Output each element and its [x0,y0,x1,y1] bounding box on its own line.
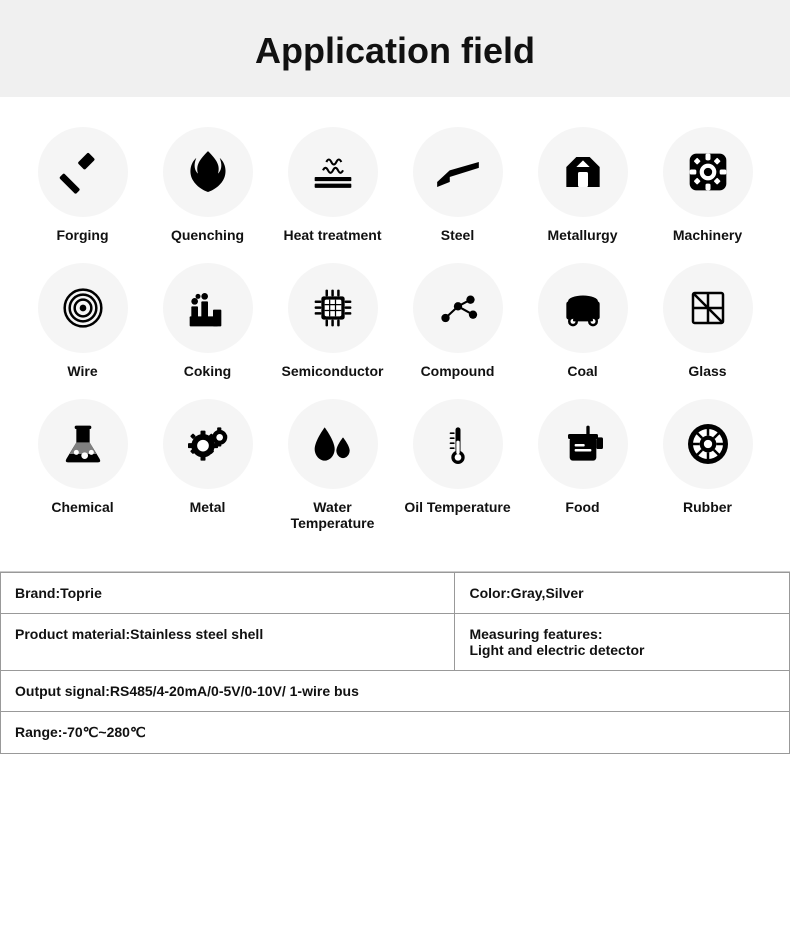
icon-circle-water-temperature [288,399,378,489]
material-cell: Product material:Stainless steel shell [1,614,455,671]
icon-item-food: Food [528,399,638,515]
icon-item-coal: Coal [528,263,638,379]
coal-icon [558,283,608,333]
icon-circle-oil-temperature [413,399,503,489]
metal-label: Metal [190,499,226,515]
output-cell: Output signal:RS485/4-20mA/0-5V/0-10V/ 1… [1,671,790,712]
brand-cell: Brand:Toprie [1,573,455,614]
food-label: Food [565,499,599,515]
measuring-value: Light and electric detector [469,642,644,658]
icon-circle-rubber [663,399,753,489]
rubber-icon [683,419,733,469]
steel-icon [433,147,483,197]
icon-item-wire: Wire [28,263,138,379]
icon-circle-food [538,399,628,489]
water-temperature-icon [308,419,358,469]
glass-label: Glass [688,363,726,379]
icon-item-oil-temperature: Oil Temperature [403,399,513,515]
icons-row-1: Forging Quenching [20,127,770,243]
compound-icon [433,283,483,333]
machinery-icon [683,147,733,197]
icon-item-semiconductor: Semiconductor [278,263,388,379]
heat-treatment-icon [308,147,358,197]
specs-row-brand-color: Brand:Toprie Color:Gray,Silver [1,573,790,614]
icon-circle-forging [38,127,128,217]
icon-circle-metal [163,399,253,489]
quenching-label: Quenching [171,227,244,243]
icon-circle-glass [663,263,753,353]
icon-circle-semiconductor [288,263,378,353]
rubber-label: Rubber [683,499,732,515]
coal-label: Coal [567,363,597,379]
wire-label: Wire [67,363,97,379]
compound-label: Compound [421,363,495,379]
icon-item-forging: Forging [28,127,138,243]
icon-circle-machinery [663,127,753,217]
icon-circle-coal [538,263,628,353]
oil-temperature-label: Oil Temperature [404,499,510,515]
oil-temperature-icon [433,419,483,469]
glass-icon [683,283,733,333]
wire-icon [58,283,108,333]
coking-icon [183,283,233,333]
icons-section: Forging Quenching [0,97,790,561]
water-temperature-label: Water Temperature [278,499,388,531]
icon-item-coking: Coking [153,263,263,379]
icon-item-steel: Steel [403,127,513,243]
icon-circle-coking [163,263,253,353]
range-cell: Range:-70℃~280℃ [1,712,790,754]
specs-row-material-measuring: Product material:Stainless steel shell M… [1,614,790,671]
icon-circle-wire [38,263,128,353]
quenching-icon [183,147,233,197]
specs-row-range: Range:-70℃~280℃ [1,712,790,754]
color-cell: Color:Gray,Silver [455,573,790,614]
semiconductor-label: Semiconductor [282,363,384,379]
icon-item-chemical: Chemical [28,399,138,515]
icon-item-water-temperature: Water Temperature [278,399,388,531]
icon-circle-compound [413,263,503,353]
metal-icon [183,419,233,469]
icon-item-rubber: Rubber [653,399,763,515]
icon-item-quenching: Quenching [153,127,263,243]
steel-label: Steel [441,227,474,243]
icon-circle-heat-treatment [288,127,378,217]
metallurgy-label: Metallurgy [547,227,617,243]
forging-label: Forging [56,227,108,243]
icon-circle-quenching [163,127,253,217]
heat-treatment-label: Heat treatment [283,227,381,243]
icon-circle-chemical [38,399,128,489]
icon-item-glass: Glass [653,263,763,379]
icon-circle-metallurgy [538,127,628,217]
icon-item-compound: Compound [403,263,513,379]
coking-label: Coking [184,363,231,379]
specs-row-output: Output signal:RS485/4-20mA/0-5V/0-10V/ 1… [1,671,790,712]
icon-item-metal: Metal [153,399,263,515]
specs-table: Brand:Toprie Color:Gray,Silver Product m… [0,572,790,754]
icon-item-heat-treatment: Heat treatment [278,127,388,243]
metallurgy-icon [558,147,608,197]
icon-item-metallurgy: Metallurgy [528,127,638,243]
forging-icon [58,147,108,197]
icon-item-machinery: Machinery [653,127,763,243]
icons-row-3: Chemical [20,399,770,531]
measuring-cell: Measuring features: Light and electric d… [455,614,790,671]
semiconductor-icon [308,283,358,333]
icons-row-2: Wire Coking [20,263,770,379]
header-section: Application field [0,0,790,97]
icon-circle-steel [413,127,503,217]
food-icon [558,419,608,469]
chemical-icon [58,419,108,469]
machinery-label: Machinery [673,227,742,243]
chemical-label: Chemical [51,499,113,515]
measuring-label: Measuring features: [469,626,602,642]
page-title: Application field [0,30,790,72]
